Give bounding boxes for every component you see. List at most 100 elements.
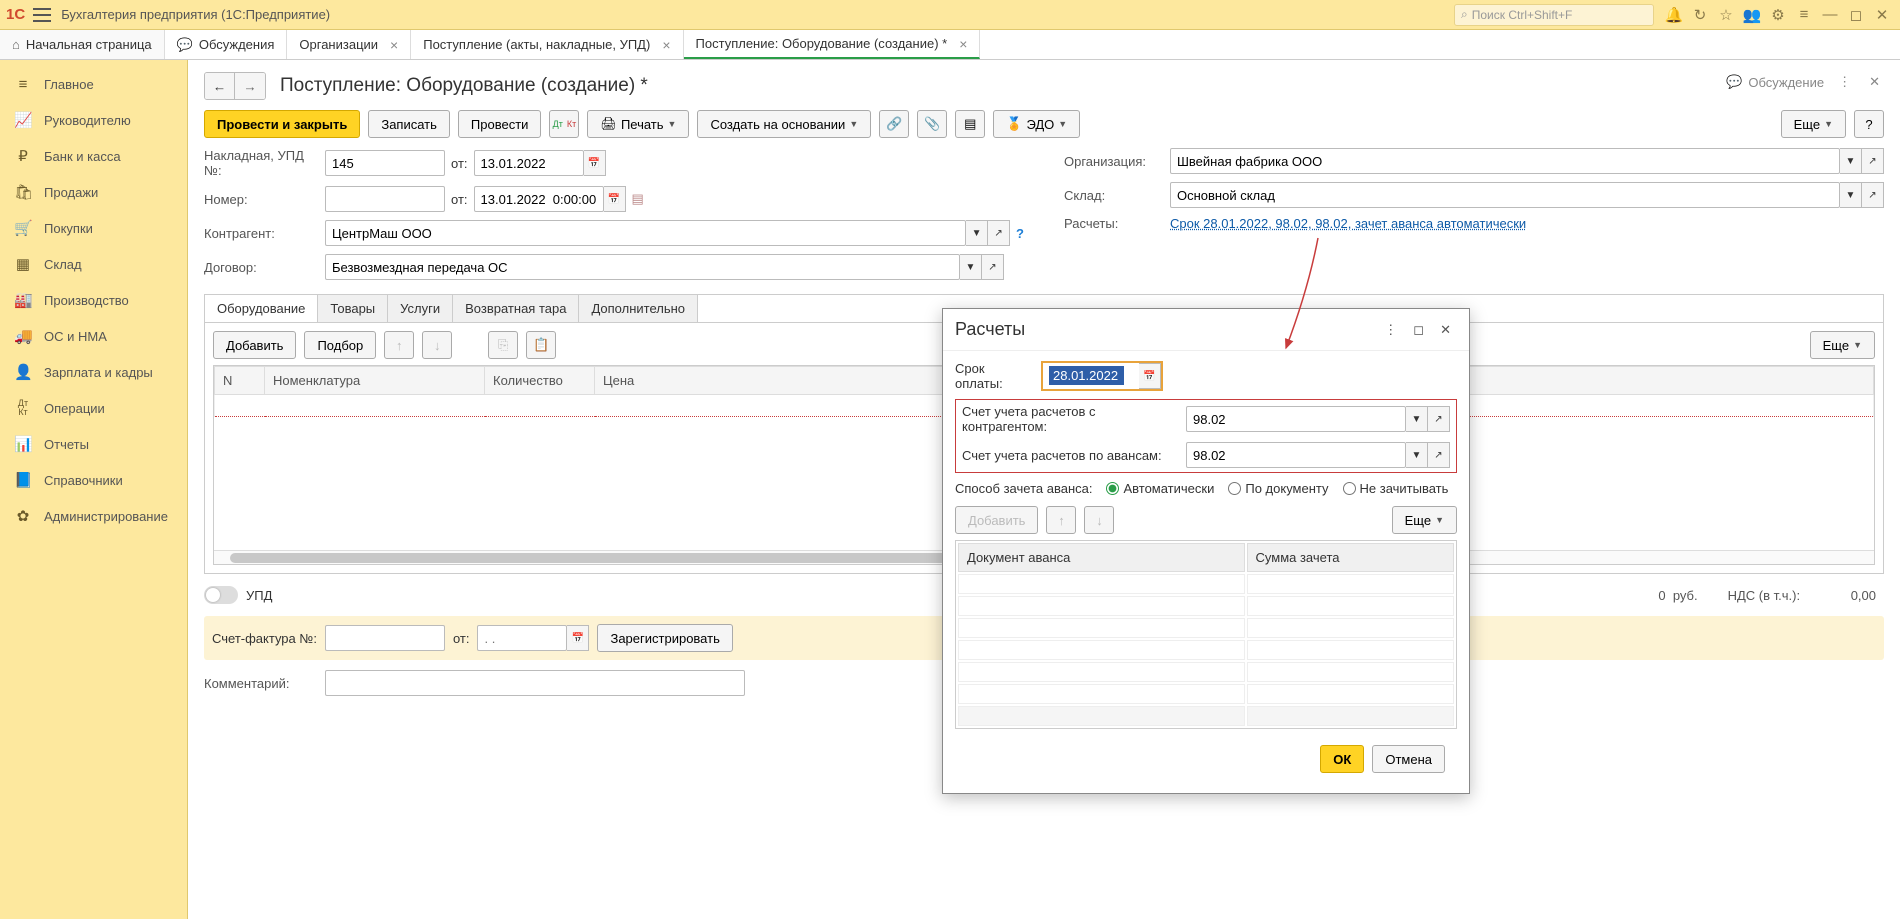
radio-bydoc[interactable]: По документу xyxy=(1228,481,1328,496)
chevron-down-icon[interactable]: ▼ xyxy=(1840,148,1862,174)
discuss-button[interactable]: 💬Обсуждение xyxy=(1726,74,1824,90)
sf-number-input[interactable] xyxy=(325,625,445,651)
number-input[interactable] xyxy=(325,186,445,212)
advance-table[interactable]: Документ аванса Сумма зачета xyxy=(955,540,1457,729)
close-icon[interactable]: × xyxy=(390,37,398,53)
users-icon[interactable]: 👥 xyxy=(1740,3,1764,27)
sidebar-item-reports[interactable]: 📊Отчеты xyxy=(0,426,187,462)
more-icon[interactable]: ⋮ xyxy=(1834,72,1855,92)
sidebar-item-main[interactable]: ≡Главное xyxy=(0,66,187,102)
menu-icon[interactable] xyxy=(33,8,51,22)
invoice-date-input[interactable]: 📅 xyxy=(474,150,606,176)
chevron-down-icon[interactable]: ▼ xyxy=(1406,406,1428,432)
add-row-button[interactable]: Добавить xyxy=(213,331,296,359)
list-button[interactable]: ▤ xyxy=(955,110,985,138)
calendar-icon[interactable]: 📅 xyxy=(604,186,626,212)
help-icon[interactable]: ? xyxy=(1016,226,1024,241)
sf-date-input[interactable]: 📅 xyxy=(477,625,589,651)
post-button[interactable]: Провести xyxy=(458,110,542,138)
sidebar-item-purchases[interactable]: 🛒Покупки xyxy=(0,210,187,246)
copy-button[interactable]: ⎘ xyxy=(488,331,518,359)
close-icon[interactable]: ✕ xyxy=(1865,72,1884,92)
attach-button[interactable]: 📎 xyxy=(917,110,947,138)
sidebar-item-manager[interactable]: 📈Руководителю xyxy=(0,102,187,138)
sidebar-item-sales[interactable]: 🛍Продажи xyxy=(0,174,187,210)
close-icon[interactable]: × xyxy=(662,37,670,53)
popup-more-button[interactable]: Еще▼ xyxy=(1392,506,1457,534)
close-window-icon[interactable]: ✕ xyxy=(1870,3,1894,27)
invoice-input[interactable] xyxy=(325,150,445,176)
dtkt-button[interactable]: ДтКт xyxy=(549,110,579,138)
chevron-down-icon[interactable]: ▼ xyxy=(960,254,982,280)
org-select[interactable]: ▼↗ xyxy=(1170,148,1884,174)
open-icon[interactable]: ↗ xyxy=(988,220,1010,246)
cancel-button[interactable]: Отмена xyxy=(1372,745,1445,773)
calendar-icon[interactable]: 📅 xyxy=(567,625,589,651)
warehouse-select[interactable]: ▼↗ xyxy=(1170,182,1884,208)
more-button[interactable]: Еще▼ xyxy=(1781,110,1846,138)
bell-icon[interactable]: 🔔 xyxy=(1662,3,1686,27)
popup-add-button[interactable]: Добавить xyxy=(955,506,1038,534)
acc2-select[interactable]: ▼↗ xyxy=(1186,442,1450,468)
close-icon[interactable]: × xyxy=(959,36,967,52)
close-icon[interactable]: ✕ xyxy=(1434,320,1457,340)
sidebar-item-production[interactable]: 🏭Производство xyxy=(0,282,187,318)
sidebar-item-payroll[interactable]: 👤Зарплата и кадры xyxy=(0,354,187,390)
global-search[interactable]: ⌕ Поиск Ctrl+Shift+F xyxy=(1454,4,1654,26)
sidebar-item-bank[interactable]: ₽Банк и касса xyxy=(0,138,187,174)
save-button[interactable]: Записать xyxy=(368,110,450,138)
open-icon[interactable]: ↗ xyxy=(982,254,1004,280)
edo-button[interactable]: 🏅ЭДО▼ xyxy=(993,110,1080,138)
open-icon[interactable]: ↗ xyxy=(1428,442,1450,468)
up-button[interactable]: ↑ xyxy=(384,331,414,359)
up-button[interactable]: ↑ xyxy=(1046,506,1076,534)
subtab-services[interactable]: Услуги xyxy=(388,295,453,322)
acc1-select[interactable]: ▼↗ xyxy=(1186,406,1450,432)
table-more-button[interactable]: Еще▼ xyxy=(1810,331,1875,359)
contractor-select[interactable]: ▼↗ xyxy=(325,220,1010,246)
subtab-additional[interactable]: Дополнительно xyxy=(579,295,698,322)
doc-icon[interactable]: ▤ xyxy=(632,191,644,207)
chevron-down-icon[interactable]: ▼ xyxy=(1840,182,1862,208)
register-button[interactable]: Зарегистрировать xyxy=(597,624,732,652)
history-icon[interactable]: ↻ xyxy=(1688,3,1712,27)
maximize-icon[interactable]: ◻ xyxy=(1407,320,1430,340)
create-based-button[interactable]: Создать на основании▼ xyxy=(697,110,871,138)
calendar-icon[interactable]: 📅 xyxy=(1139,363,1161,389)
sidebar-item-operations[interactable]: ДтКтОперации xyxy=(0,390,187,426)
sidebar-item-admin[interactable]: ✿Администрирование xyxy=(0,498,187,534)
sidebar-item-assets[interactable]: 🚚ОС и НМА xyxy=(0,318,187,354)
upd-toggle[interactable] xyxy=(204,586,238,604)
select-button[interactable]: Подбор xyxy=(304,331,376,359)
back-button[interactable]: ← xyxy=(205,73,235,99)
star-icon[interactable]: ☆ xyxy=(1714,3,1738,27)
help-button[interactable]: ? xyxy=(1854,110,1884,138)
down-button[interactable]: ↓ xyxy=(422,331,452,359)
tab-orgs[interactable]: Организации × xyxy=(287,30,411,59)
radio-auto[interactable]: Автоматически xyxy=(1106,481,1214,496)
datetime-input[interactable]: 📅 xyxy=(474,186,626,212)
calendar-icon[interactable]: 📅 xyxy=(584,150,606,176)
subtab-equipment[interactable]: Оборудование xyxy=(205,295,318,322)
open-icon[interactable]: ↗ xyxy=(1862,182,1884,208)
paste-button[interactable]: 📋 xyxy=(526,331,556,359)
down-button[interactable]: ↓ xyxy=(1084,506,1114,534)
tab-invoices[interactable]: Поступление (акты, накладные, УПД) × xyxy=(411,30,683,59)
ok-button[interactable]: ОК xyxy=(1320,745,1364,773)
open-icon[interactable]: ↗ xyxy=(1428,406,1450,432)
tab-current[interactable]: Поступление: Оборудование (создание) * × xyxy=(684,30,981,59)
settle-link[interactable]: Срок 28.01.2022, 98.02, 98.02, зачет ава… xyxy=(1170,216,1526,231)
settings-icon[interactable]: ⚙ xyxy=(1766,3,1790,27)
chevron-down-icon[interactable]: ▼ xyxy=(966,220,988,246)
sidebar-item-warehouse[interactable]: ▦Склад xyxy=(0,246,187,282)
tab-discussions[interactable]: 💬 Обсуждения xyxy=(165,30,288,59)
chevron-down-icon[interactable]: ▼ xyxy=(1406,442,1428,468)
radio-none[interactable]: Не зачитывать xyxy=(1343,481,1449,496)
due-date-input[interactable]: 📅 xyxy=(1041,361,1163,391)
maximize-icon[interactable]: ◻ xyxy=(1844,3,1868,27)
more-icon[interactable]: ⋮ xyxy=(1378,320,1403,340)
lines-icon[interactable]: ≡ xyxy=(1792,3,1816,27)
minimize-icon[interactable]: — xyxy=(1818,3,1842,27)
forward-button[interactable]: → xyxy=(235,73,265,99)
contract-select[interactable]: ▼↗ xyxy=(325,254,1004,280)
